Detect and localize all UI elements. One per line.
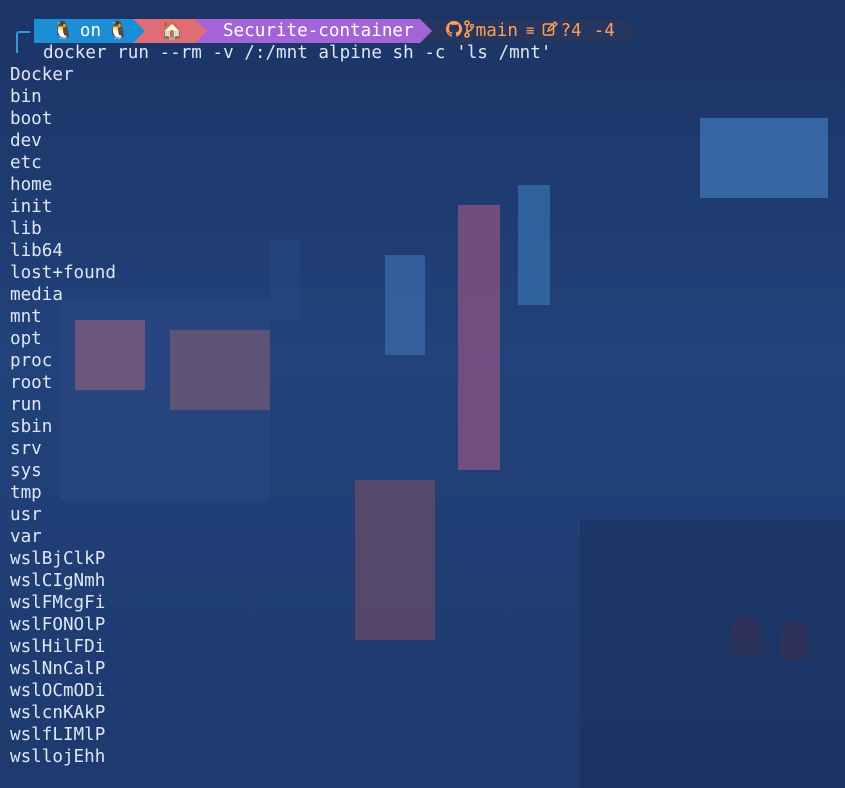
segment-separator <box>624 19 637 43</box>
git-branch-icon <box>463 19 474 43</box>
linux-penguin-icon: 🐧 <box>52 21 74 41</box>
output-line: opt <box>10 329 42 349</box>
git-untracked-count: ?4 <box>560 21 582 41</box>
output-line: wslOCmODi <box>10 681 106 701</box>
output-line: wslNnCalP <box>10 659 106 679</box>
output-line: wslFONOlP <box>10 615 106 635</box>
output-line: bin <box>10 87 42 107</box>
segment-separator <box>419 19 432 43</box>
terminal-window[interactable]: 🐧 on 🐧 🏠 Securite-container main ≡ ?4 -4… <box>0 0 845 788</box>
output-line: etc <box>10 153 42 173</box>
output-line: boot <box>10 109 53 129</box>
output-line: wsllojEhh <box>10 747 106 767</box>
segment-separator <box>194 19 207 43</box>
output-line: wslHilFDi <box>10 637 106 657</box>
git-branch-name: main <box>475 21 518 41</box>
output-line: home <box>10 175 53 195</box>
edit-icon <box>542 20 559 42</box>
output-line: var <box>10 527 42 547</box>
output-line: media <box>10 285 63 305</box>
output-line: proc <box>10 351 53 371</box>
output-line: wslfLIMlP <box>10 725 106 745</box>
output-line: dev <box>10 131 42 151</box>
output-line: wslCIgNmh <box>10 571 106 591</box>
output-line: root <box>10 373 53 393</box>
path-segment: Securite-container <box>206 19 420 43</box>
segment-separator <box>133 19 146 43</box>
os-label: on <box>79 21 102 41</box>
output-line: init <box>10 197 53 217</box>
linux-penguin-icon: 🐧 <box>107 21 130 41</box>
output-line: Docker <box>10 65 74 85</box>
output-line: run <box>10 395 42 415</box>
output-line: wslBjClkP <box>10 549 106 569</box>
github-icon <box>445 20 462 42</box>
output-line: usr <box>10 505 42 525</box>
git-deleted-count: -4 <box>593 21 615 41</box>
output-line: mnt <box>10 307 42 327</box>
command-output: Docker bin boot dev etc home init lib lib64 lost+… <box>10 64 116 768</box>
output-line: sys <box>10 461 42 481</box>
git-segment: main ≡ ?4 -4 <box>431 19 625 43</box>
output-line: srv <box>10 439 42 459</box>
output-line: tmp <box>10 483 42 503</box>
os-segment: 🐧 on 🐧 <box>34 19 134 43</box>
prompt-connector <box>16 31 30 53</box>
home-segment: 🏠 <box>145 19 195 43</box>
output-line: lib <box>10 219 42 239</box>
output-line: lost+found <box>10 263 116 283</box>
prompt-bar: 🐧 on 🐧 🏠 Securite-container main ≡ ?4 -4 <box>34 19 637 43</box>
output-line: lib64 <box>10 241 63 261</box>
command-line[interactable]: docker run --rm -v /:/mnt alpine sh -c '… <box>43 42 551 64</box>
output-line: sbin <box>10 417 53 437</box>
output-line: wslFMcgFi <box>10 593 106 613</box>
git-stash-indicator: ≡ <box>526 23 535 39</box>
output-line: wslcnKAkP <box>10 703 106 723</box>
home-icon: 🏠 <box>161 21 183 41</box>
current-directory: Securite-container <box>222 21 414 41</box>
